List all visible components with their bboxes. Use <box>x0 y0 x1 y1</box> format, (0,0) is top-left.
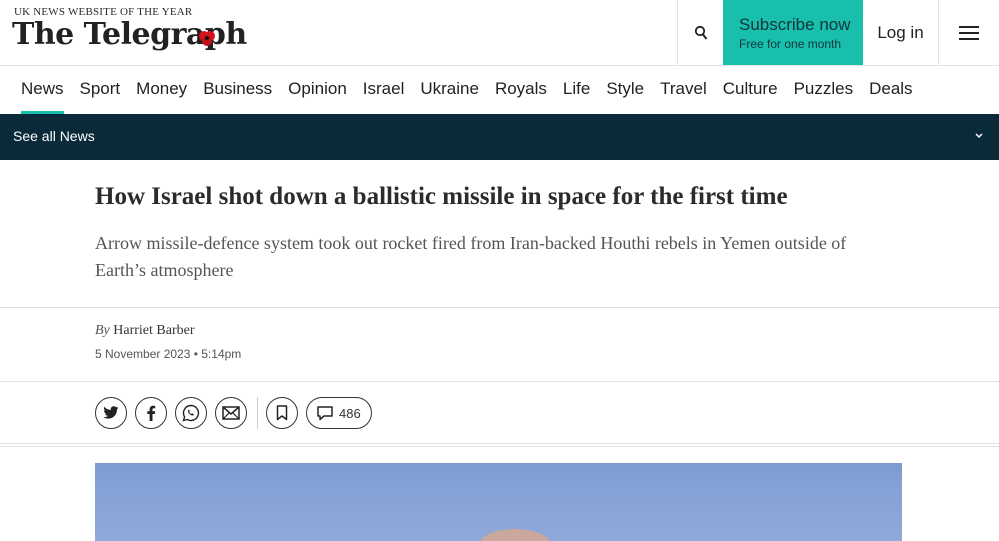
hero-image <box>95 463 902 541</box>
subnav-bar[interactable]: See all News <box>0 114 999 160</box>
nav-item-royals[interactable]: Royals <box>487 66 555 114</box>
nav-item-business[interactable]: Business <box>195 66 280 114</box>
twitter-icon <box>103 406 119 419</box>
share-email-button[interactable] <box>215 397 247 429</box>
article-standfirst: Arrow missile-defence system took out ro… <box>95 233 847 280</box>
author-link[interactable]: Harriet Barber <box>113 323 194 338</box>
bookmark-icon <box>276 405 288 421</box>
search-icon <box>694 25 707 40</box>
login-button[interactable]: Log in <box>863 0 939 65</box>
share-bar: 486 <box>95 397 372 429</box>
whatsapp-icon <box>182 404 200 422</box>
menu-button[interactable] <box>939 0 999 65</box>
comment-count: 486 <box>339 405 361 421</box>
nav-item-culture[interactable]: Culture <box>715 66 786 114</box>
masthead: UK NEWS WEBSITE OF THE YEAR The Telegrap… <box>0 0 999 66</box>
share-twitter-button[interactable] <box>95 397 127 429</box>
subscribe-label: Subscribe now <box>739 14 851 34</box>
subscribe-button[interactable]: Subscribe now Free for one month <box>723 0 863 65</box>
publish-date: 5 November 2023 • 5:14pm <box>95 347 242 361</box>
article-headline: How Israel shot down a ballistic missile… <box>95 183 788 210</box>
section-nav: News Sport Money Business Opinion Israel… <box>0 66 999 114</box>
divider <box>0 443 999 444</box>
nav-item-deals[interactable]: Deals <box>861 66 920 114</box>
subscribe-sublabel: Free for one month <box>739 36 842 51</box>
hamburger-icon <box>959 25 979 40</box>
nav-item-news[interactable]: News <box>13 66 72 114</box>
facebook-icon <box>147 405 156 421</box>
nav-item-money[interactable]: Money <box>128 66 195 114</box>
see-all-news-label: See all News <box>13 128 95 144</box>
share-facebook-button[interactable] <box>135 397 167 429</box>
byline: By Harriet Barber <box>95 323 195 339</box>
share-divider <box>257 397 258 429</box>
search-button[interactable] <box>677 0 723 65</box>
divider <box>0 446 999 447</box>
share-whatsapp-button[interactable] <box>175 397 207 429</box>
divider <box>0 381 999 382</box>
comments-button[interactable]: 486 <box>306 397 372 429</box>
nav-item-opinion[interactable]: Opinion <box>280 66 355 114</box>
nav-item-sport[interactable]: Sport <box>72 66 129 114</box>
nav-item-life[interactable]: Life <box>555 66 598 114</box>
email-icon <box>222 406 240 420</box>
nav-item-ukraine[interactable]: Ukraine <box>412 66 487 114</box>
nav-item-style[interactable]: Style <box>598 66 652 114</box>
nav-item-israel[interactable]: Israel <box>355 66 413 114</box>
save-bookmark-button[interactable] <box>266 397 298 429</box>
byline-prefix: By <box>95 323 110 338</box>
comment-icon <box>317 405 333 420</box>
nav-item-puzzles[interactable]: Puzzles <box>786 66 862 114</box>
poppy-icon <box>199 31 215 46</box>
chevron-down-icon <box>975 133 983 139</box>
divider <box>0 307 999 308</box>
nav-item-travel[interactable]: Travel <box>652 66 715 114</box>
missile-smoke <box>480 529 550 541</box>
